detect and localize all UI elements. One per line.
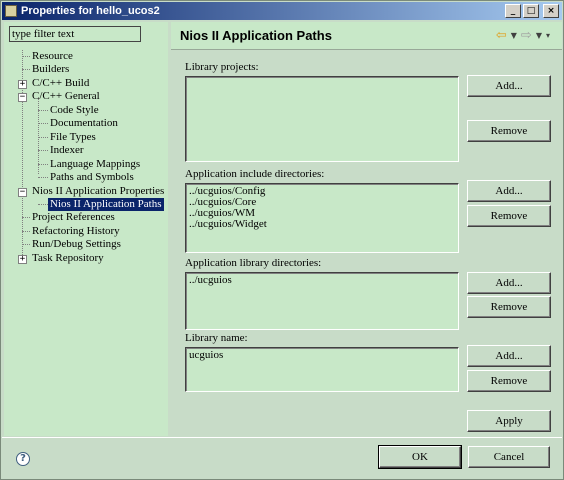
view-menu-icon[interactable]: ▾ xyxy=(546,31,550,40)
tree-item-refactoring-history[interactable]: Refactoring History xyxy=(32,225,120,238)
list-item[interactable]: ../ucguios xyxy=(189,275,455,286)
library-name-list[interactable]: ucguios xyxy=(185,347,459,392)
tree-item-nios-paths[interactable]: Nios II Application Paths xyxy=(48,198,164,211)
include-dirs-add-button[interactable]: Add... xyxy=(467,180,551,202)
filter-input[interactable]: type filter text xyxy=(9,26,141,42)
library-dirs-list[interactable]: ../ucguios xyxy=(185,272,459,330)
library-dirs-add-button[interactable]: Add... xyxy=(467,272,551,294)
maximize-button[interactable]: □ xyxy=(523,4,539,18)
history-navigation: ⇦ ▼ ⇨ ▼ ▾ xyxy=(496,28,550,43)
tree-item-indexer[interactable]: Indexer xyxy=(50,144,84,157)
tree-item-language-mappings[interactable]: Language Mappings xyxy=(50,158,140,171)
library-name-remove-button[interactable]: Remove xyxy=(467,370,551,392)
list-item[interactable]: ../ucguios/Widget xyxy=(189,219,455,230)
forward-arrow-icon[interactable]: ⇨ xyxy=(521,28,532,43)
forward-dropdown-icon[interactable]: ▼ xyxy=(536,31,542,40)
tree-item-documentation[interactable]: Documentation xyxy=(50,117,118,130)
tree-line xyxy=(22,231,30,232)
tree-line xyxy=(22,244,30,245)
title-bar[interactable]: Properties for hello_ucos2 _ □ × xyxy=(2,2,562,20)
collapse-toggle-icon[interactable]: − xyxy=(18,188,27,197)
page-header: Nios II Application Paths ⇦ ▼ ⇨ ▼ ▾ xyxy=(171,22,562,50)
library-projects-remove-button[interactable]: Remove xyxy=(467,120,551,142)
tree-item-nios-properties[interactable]: Nios II Application Properties xyxy=(32,185,164,198)
tree-line xyxy=(38,137,48,138)
tree-item-resource[interactable]: Resource xyxy=(32,50,73,63)
close-button[interactable]: × xyxy=(543,4,559,18)
cancel-button[interactable]: Cancel xyxy=(468,446,550,468)
include-dirs-list[interactable]: ../ucguios/Config ../ucguios/Core ../ucg… xyxy=(185,183,459,253)
library-dirs-label: Application library directories: xyxy=(185,257,322,269)
tree-line xyxy=(38,110,48,111)
tree-line xyxy=(22,217,30,218)
include-dirs-label: Application include directories: xyxy=(185,168,325,180)
tree-line xyxy=(38,177,48,178)
library-dirs-remove-button[interactable]: Remove xyxy=(467,296,551,318)
library-name-label: Library name: xyxy=(185,332,248,344)
back-dropdown-icon[interactable]: ▼ xyxy=(511,31,517,40)
list-item[interactable]: ucguios xyxy=(189,350,455,361)
tree-item-builders[interactable]: Builders xyxy=(32,63,69,76)
collapse-toggle-icon[interactable]: − xyxy=(18,93,27,102)
tree-item-project-references[interactable]: Project References xyxy=(32,211,115,224)
ok-button[interactable]: OK xyxy=(378,445,462,469)
minimize-button[interactable]: _ xyxy=(505,4,521,18)
tree-line xyxy=(38,123,48,124)
window-title: Properties for hello_ucos2 xyxy=(21,5,160,17)
library-name-add-button[interactable]: Add... xyxy=(467,345,551,367)
expand-toggle-icon[interactable]: + xyxy=(18,255,27,264)
tree-line xyxy=(22,69,30,70)
tree-item-run-debug[interactable]: Run/Debug Settings xyxy=(32,238,121,251)
tree-item-code-style[interactable]: Code Style xyxy=(50,104,99,117)
tree-item-cpp-build[interactable]: C/C++ Build xyxy=(32,77,89,90)
back-arrow-icon[interactable]: ⇦ xyxy=(496,28,507,43)
tree-line xyxy=(38,204,48,205)
page-title: Nios II Application Paths xyxy=(180,28,332,43)
navigation-panel: type filter text Resource Builders + C/C… xyxy=(4,22,168,436)
properties-dialog: Properties for hello_ucos2 _ □ × type fi… xyxy=(0,0,564,480)
tree-item-file-types[interactable]: File Types xyxy=(50,131,96,144)
dialog-button-bar: ? OK Cancel xyxy=(2,437,562,479)
tree-line xyxy=(38,164,48,165)
tree-item-cpp-general[interactable]: C/C++ General xyxy=(32,90,100,103)
help-icon[interactable]: ? xyxy=(16,452,30,466)
library-projects-list[interactable] xyxy=(185,76,459,162)
tree-line xyxy=(38,150,48,151)
include-dirs-remove-button[interactable]: Remove xyxy=(467,205,551,227)
tree-item-task-repository[interactable]: Task Repository xyxy=(32,252,104,265)
expand-toggle-icon[interactable]: + xyxy=(18,80,27,89)
library-projects-add-button[interactable]: Add... xyxy=(467,75,551,97)
apply-button[interactable]: Apply xyxy=(467,410,551,432)
app-icon xyxy=(5,5,17,17)
content-panel: Nios II Application Paths ⇦ ▼ ⇨ ▼ ▾ Libr… xyxy=(171,22,562,436)
library-projects-label: Library projects: xyxy=(185,61,259,73)
tree-line xyxy=(22,56,30,57)
tree-item-paths-and-symbols[interactable]: Paths and Symbols xyxy=(50,171,134,184)
